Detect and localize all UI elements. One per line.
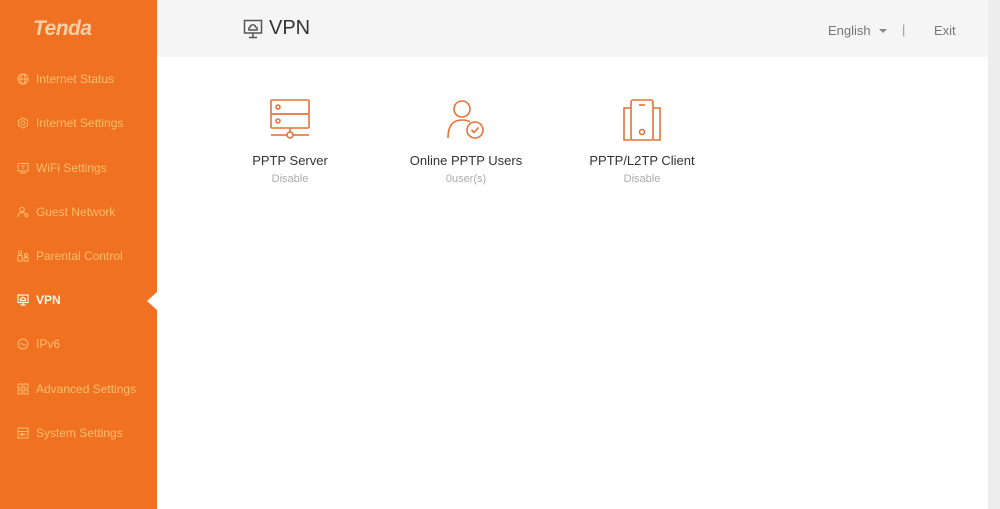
language-select[interactable]: English: [828, 23, 887, 38]
sidebar-item-ipv6[interactable]: IPv6: [17, 334, 60, 354]
divider: |: [902, 22, 906, 37]
sidebar-item-guest-network[interactable]: Guest Network: [17, 202, 115, 222]
wifi-settings-icon: [17, 162, 29, 174]
tile-pptp-server[interactable]: PPTP Server Disable: [210, 98, 370, 185]
page-title: VPN: [243, 17, 310, 40]
language-value: English: [828, 23, 871, 38]
phone-icon: [623, 99, 661, 141]
tenda-logo: Tenda: [33, 17, 92, 40]
tile-status: Disable: [271, 173, 309, 185]
sidebar-item-label: IPv6: [36, 337, 61, 351]
globe-icon: [17, 73, 29, 85]
sidebar-item-label: Guest Network: [36, 205, 116, 219]
sidebar-item-system-settings[interactable]: System Settings: [17, 423, 123, 443]
page-title-text: VPN: [269, 17, 311, 39]
sidebar-item-internet-status[interactable]: Internet Status: [17, 69, 114, 89]
sidebar-item-parental-control[interactable]: Parental Control: [17, 246, 123, 266]
internet-settings-icon: [17, 117, 29, 129]
user-check-icon: [447, 100, 484, 139]
sidebar-item-label: Parental Control: [36, 249, 123, 263]
system-icon: [17, 427, 29, 439]
ipv6-icon: [17, 338, 29, 350]
guest-icon: [17, 206, 29, 218]
sidebar-item-label: Advanced Settings: [36, 382, 137, 396]
tile-label: PPTP/L2TP Client: [589, 153, 695, 168]
sidebar-item-label: VPN: [36, 293, 61, 307]
sidebar-item-label: System Settings: [36, 426, 123, 440]
active-indicator: [147, 292, 157, 310]
tile-online-pptp-users[interactable]: Online PPTP Users 0user(s): [386, 98, 546, 185]
tile-label: Online PPTP Users: [409, 153, 523, 168]
tile-label: PPTP Server: [252, 153, 328, 168]
sidebar: Tenda Internet Status Internet Settings …: [0, 0, 157, 509]
tile-status: 0user(s): [445, 173, 487, 185]
vpn-icon: [17, 294, 29, 306]
server-icon: [270, 99, 310, 139]
vpn-monitor-icon: [243, 19, 263, 38]
header: VPN English | Exit: [157, 0, 988, 57]
sidebar-item-label: WiFi Settings: [36, 161, 107, 175]
sidebar-item-internet-settings[interactable]: Internet Settings: [17, 113, 123, 133]
tile-pptp-l2tp-client[interactable]: PPTP/L2TP Client Disable: [562, 98, 722, 185]
exit-button[interactable]: Exit: [934, 23, 956, 38]
sidebar-item-advanced-settings[interactable]: Advanced Settings: [17, 379, 136, 399]
main-content: VPN English | Exit PPTP Server Disable O…: [157, 0, 988, 509]
sidebar-item-label: Internet Settings: [36, 116, 124, 130]
sidebar-item-label: Internet Status: [36, 72, 115, 86]
sidebar-item-vpn[interactable]: VPN: [17, 290, 61, 310]
grid-icon: [17, 383, 29, 395]
tile-status: Disable: [623, 173, 661, 185]
parental-icon: [17, 250, 29, 262]
sidebar-item-wifi-settings[interactable]: WiFi Settings: [17, 158, 107, 178]
chevron-down-icon: [878, 29, 887, 33]
